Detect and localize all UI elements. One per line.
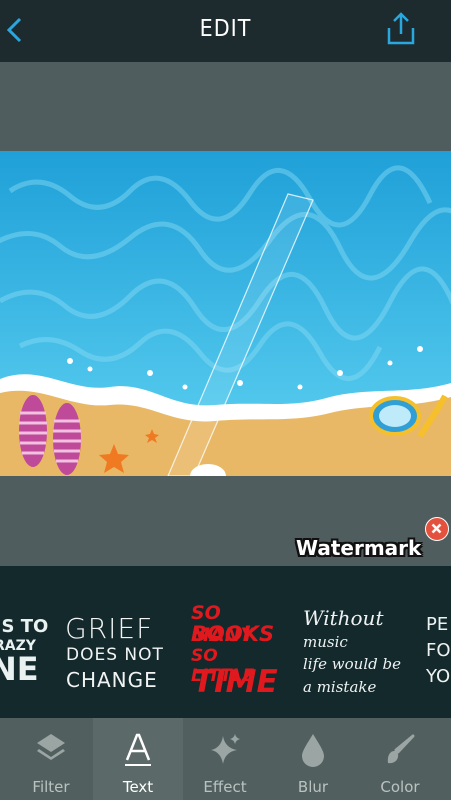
tab-blur-label: Blur (297, 778, 329, 796)
template-line: music (303, 633, 348, 651)
share-upload-icon[interactable] (385, 10, 417, 48)
tab-blur[interactable]: Blur (268, 718, 358, 800)
template-line: DOES NOT (66, 645, 164, 665)
droplet-icon (302, 734, 324, 767)
tab-filter[interactable]: Filter (6, 718, 96, 800)
template-line: GRIEF (65, 612, 154, 645)
tab-effect-label: Effect (203, 778, 247, 796)
top-bar: EDIT (0, 0, 451, 62)
tab-text-label: Text (122, 778, 154, 796)
close-icon (431, 523, 442, 534)
template-line: FO (426, 640, 451, 661)
template-line: a mistake (303, 678, 377, 696)
tab-color-label: Color (380, 778, 420, 796)
template-line: TIME (193, 664, 278, 700)
bottom-tab-bar: Filter Text Effect Blur Color (0, 718, 451, 800)
paintbrush-icon (387, 734, 415, 764)
template-line: CHANGE (66, 668, 158, 692)
template-line: 'S TO (0, 616, 49, 637)
text-template-strip[interactable]: 'S TO RAZY NE GRIEF DOES NOT CHANGE SO M… (0, 566, 451, 718)
template-line: Without (303, 606, 384, 630)
watermark-label[interactable]: Watermark (296, 536, 421, 560)
tab-filter-label: Filter (32, 778, 70, 796)
template-grief[interactable]: GRIEF DOES NOT CHANGE (60, 566, 175, 718)
tab-text[interactable]: Text (93, 718, 183, 800)
template-line: BOOKS (191, 622, 275, 646)
template-line: YO (426, 666, 451, 687)
tab-color[interactable]: Color (355, 718, 445, 800)
page-title: EDIT (199, 16, 252, 42)
template-line: NE (0, 650, 39, 688)
beach-photo[interactable] (0, 151, 451, 476)
template-line: life would be (303, 655, 401, 673)
sparkle-icon (211, 734, 240, 764)
layers-icon (37, 734, 65, 760)
template-without-music[interactable]: Without music life would be a mistake (298, 566, 408, 718)
template-partial-left[interactable]: 'S TO RAZY NE (0, 566, 50, 718)
template-partial-right[interactable]: PE FO YO (418, 566, 451, 718)
tab-effect[interactable]: Effect (180, 718, 270, 800)
text-icon (125, 733, 151, 766)
template-line: PE (426, 614, 449, 635)
template-so-many-books[interactable]: SO MANY BOOKS SO LITTLE TIME (185, 566, 285, 718)
watermark-remove-button[interactable] (425, 517, 449, 541)
